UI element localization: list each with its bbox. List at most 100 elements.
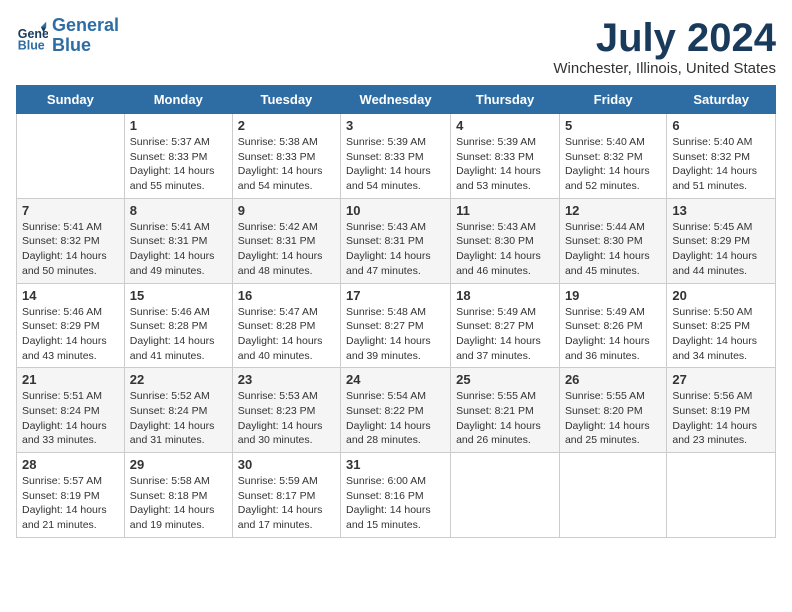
cell-day-info: Sunrise: 5:42 AM Sunset: 8:31 PM Dayligh… [238,220,335,279]
cell-day-info: Sunrise: 5:39 AM Sunset: 8:33 PM Dayligh… [456,135,554,194]
calendar-cell [451,453,560,538]
calendar-cell: 24 Sunrise: 5:54 AM Sunset: 8:22 PM Dayli… [341,368,451,453]
calendar-cell: 25 Sunrise: 5:55 AM Sunset: 8:21 PM Dayli… [451,368,560,453]
weekday-header-tuesday: Tuesday [232,86,340,114]
calendar-cell: 14 Sunrise: 5:46 AM Sunset: 8:29 PM Dayli… [17,283,125,368]
logo-icon: General Blue [16,20,48,52]
calendar-cell: 23Sunrise: 5:53 AM Sunset: 8:23 PM Dayli… [232,368,340,453]
logo: General Blue General Blue [16,16,119,56]
weekday-header-wednesday: Wednesday [341,86,451,114]
cell-day-info: Sunrise: 5:50 AM Sunset: 8:25 PM Dayligh… [672,305,770,364]
cell-day-number: 17 [346,288,445,303]
svg-text:Blue: Blue [18,38,45,52]
calendar-cell: 10 Sunrise: 5:43 AM Sunset: 8:31 PM Dayli… [341,198,451,283]
cell-day-number: 24 [346,372,445,387]
cell-day-number: 10 [346,203,445,218]
calendar-cell: 5 Sunrise: 5:40 AM Sunset: 8:32 PM Daylig… [559,114,666,199]
cell-day-number: 14 [22,288,119,303]
cell-day-number: 15 [130,288,227,303]
cell-day-number: 18 [456,288,554,303]
cell-day-number: 29 [130,457,227,472]
cell-day-info: Sunrise: 5:51 AM Sunset: 8:24 PM Dayligh… [22,389,119,448]
calendar-cell: 15 Sunrise: 5:46 AM Sunset: 8:28 PM Dayli… [124,283,232,368]
logo-text: General Blue [52,16,119,56]
calendar-cell: 26Sunrise: 5:55 AM Sunset: 8:20 PM Dayli… [559,368,666,453]
calendar-cell: 30 Sunrise: 5:59 AM Sunset: 8:17 PM Dayli… [232,453,340,538]
week-row-1: 1Sunrise: 5:37 AM Sunset: 8:33 PM Daylig… [17,114,776,199]
calendar-cell [17,114,125,199]
cell-day-number: 7 [22,203,119,218]
calendar-cell: 13 Sunrise: 5:45 AM Sunset: 8:29 PM Dayli… [667,198,776,283]
cell-day-number: 30 [238,457,335,472]
calendar-cell: 17 Sunrise: 5:48 AM Sunset: 8:27 PM Dayli… [341,283,451,368]
calendar-cell: 16 Sunrise: 5:47 AM Sunset: 8:28 PM Dayli… [232,283,340,368]
calendar-cell: 1Sunrise: 5:37 AM Sunset: 8:33 PM Daylig… [124,114,232,199]
cell-day-number: 12 [565,203,661,218]
cell-day-info: Sunrise: 5:46 AM Sunset: 8:29 PM Dayligh… [22,305,119,364]
calendar-cell: 19 Sunrise: 5:49 AM Sunset: 8:26 PM Dayli… [559,283,666,368]
cell-day-info: Sunrise: 5:55 AM Sunset: 8:21 PM Dayligh… [456,389,554,448]
cell-day-number: 6 [672,118,770,133]
calendar-cell [667,453,776,538]
cell-day-info: Sunrise: 5:41 AM Sunset: 8:32 PM Dayligh… [22,220,119,279]
cell-day-info: Sunrise: 5:48 AM Sunset: 8:27 PM Dayligh… [346,305,445,364]
calendar-cell: 12 Sunrise: 5:44 AM Sunset: 8:30 PM Dayli… [559,198,666,283]
calendar-cell: 11 Sunrise: 5:43 AM Sunset: 8:30 PM Dayli… [451,198,560,283]
cell-day-number: 31 [346,457,445,472]
cell-day-number: 19 [565,288,661,303]
cell-day-info: Sunrise: 5:49 AM Sunset: 8:26 PM Dayligh… [565,305,661,364]
cell-day-info: Sunrise: 5:59 AM Sunset: 8:17 PM Dayligh… [238,474,335,533]
logo-line1: General [52,15,119,35]
cell-day-info: Sunrise: 6:00 AM Sunset: 8:16 PM Dayligh… [346,474,445,533]
calendar-table: SundayMondayTuesdayWednesdayThursdayFrid… [16,85,776,538]
cell-day-number: 11 [456,203,554,218]
cell-day-number: 5 [565,118,661,133]
calendar-cell: 27Sunrise: 5:56 AM Sunset: 8:19 PM Dayli… [667,368,776,453]
cell-day-info: Sunrise: 5:44 AM Sunset: 8:30 PM Dayligh… [565,220,661,279]
header: General Blue General Blue July 2024 Winc… [16,16,776,77]
cell-day-info: Sunrise: 5:46 AM Sunset: 8:28 PM Dayligh… [130,305,227,364]
cell-day-info: Sunrise: 5:58 AM Sunset: 8:18 PM Dayligh… [130,474,227,533]
cell-day-number: 8 [130,203,227,218]
cell-day-number: 20 [672,288,770,303]
calendar-cell: 7 Sunrise: 5:41 AM Sunset: 8:32 PM Daylig… [17,198,125,283]
calendar-cell: 28 Sunrise: 5:57 AM Sunset: 8:19 PM Dayli… [17,453,125,538]
logo-line2: Blue [52,35,91,55]
cell-day-info: Sunrise: 5:40 AM Sunset: 8:32 PM Dayligh… [565,135,661,194]
cell-day-info: Sunrise: 5:45 AM Sunset: 8:29 PM Dayligh… [672,220,770,279]
calendar-cell: 2 Sunrise: 5:38 AM Sunset: 8:33 PM Daylig… [232,114,340,199]
weekday-header-monday: Monday [124,86,232,114]
cell-day-number: 28 [22,457,119,472]
cell-day-info: Sunrise: 5:47 AM Sunset: 8:28 PM Dayligh… [238,305,335,364]
cell-day-info: Sunrise: 5:57 AM Sunset: 8:19 PM Dayligh… [22,474,119,533]
cell-day-number: 27 [672,372,770,387]
weekday-header-saturday: Saturday [667,86,776,114]
cell-day-info: Sunrise: 5:53 AM Sunset: 8:23 PM Dayligh… [238,389,335,448]
calendar-cell: 6 Sunrise: 5:40 AM Sunset: 8:32 PM Daylig… [667,114,776,199]
cell-day-number: 2 [238,118,335,133]
weekday-header-row: SundayMondayTuesdayWednesdayThursdayFrid… [17,86,776,114]
cell-day-number: 21 [22,372,119,387]
location-subtitle: Winchester, Illinois, United States [553,60,776,77]
cell-day-number: 25 [456,372,554,387]
cell-day-info: Sunrise: 5:55 AM Sunset: 8:20 PM Dayligh… [565,389,661,448]
calendar-cell: 9 Sunrise: 5:42 AM Sunset: 8:31 PM Daylig… [232,198,340,283]
calendar-cell: 31 Sunrise: 6:00 AM Sunset: 8:16 PM Dayli… [341,453,451,538]
cell-day-info: Sunrise: 5:41 AM Sunset: 8:31 PM Dayligh… [130,220,227,279]
cell-day-info: Sunrise: 5:37 AM Sunset: 8:33 PM Dayligh… [130,135,227,194]
cell-day-info: Sunrise: 5:43 AM Sunset: 8:31 PM Dayligh… [346,220,445,279]
cell-day-info: Sunrise: 5:54 AM Sunset: 8:22 PM Dayligh… [346,389,445,448]
week-row-5: 28 Sunrise: 5:57 AM Sunset: 8:19 PM Dayli… [17,453,776,538]
cell-day-info: Sunrise: 5:43 AM Sunset: 8:30 PM Dayligh… [456,220,554,279]
week-row-4: 21 Sunrise: 5:51 AM Sunset: 8:24 PM Dayli… [17,368,776,453]
cell-day-info: Sunrise: 5:38 AM Sunset: 8:33 PM Dayligh… [238,135,335,194]
cell-day-number: 9 [238,203,335,218]
week-row-2: 7 Sunrise: 5:41 AM Sunset: 8:32 PM Daylig… [17,198,776,283]
cell-day-number: 13 [672,203,770,218]
weekday-header-sunday: Sunday [17,86,125,114]
calendar-cell: 20 Sunrise: 5:50 AM Sunset: 8:25 PM Dayli… [667,283,776,368]
calendar-cell: 29 Sunrise: 5:58 AM Sunset: 8:18 PM Dayli… [124,453,232,538]
cell-day-info: Sunrise: 5:40 AM Sunset: 8:32 PM Dayligh… [672,135,770,194]
cell-day-number: 16 [238,288,335,303]
calendar-cell [559,453,666,538]
